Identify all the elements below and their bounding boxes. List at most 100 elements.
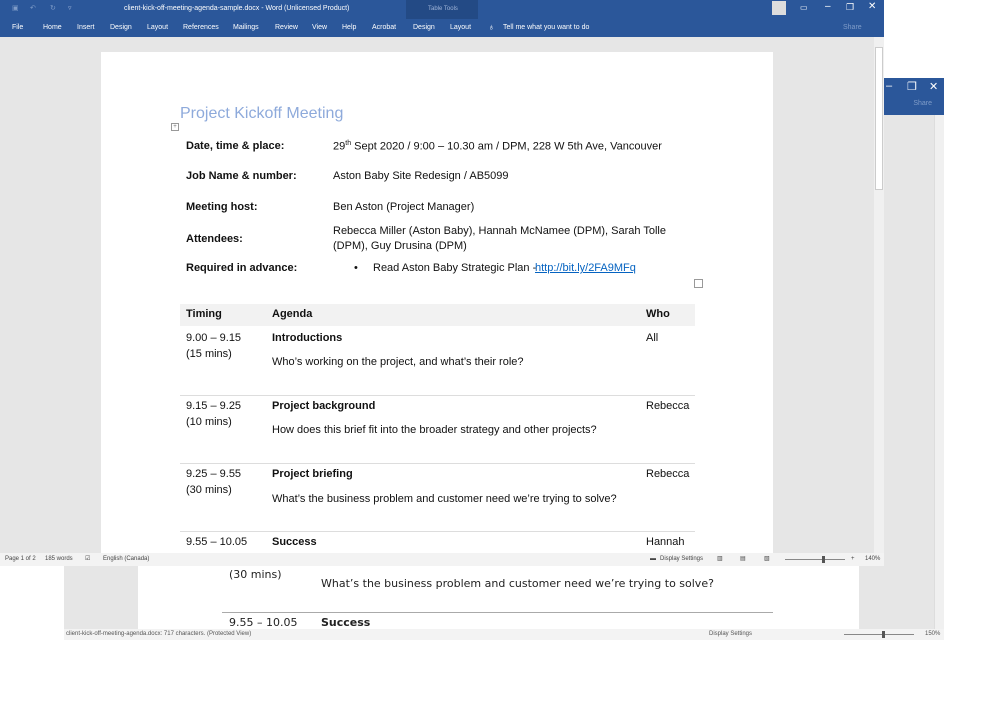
lightbulb-icon: ♁: [488, 22, 495, 32]
info-label: Required in advance:: [186, 262, 298, 274]
read-mode-icon[interactable]: ▥: [717, 553, 723, 566]
strategic-plan-link[interactable]: http://bit.ly/2FA9MFq: [535, 262, 636, 274]
zoom-slider-thumb[interactable]: [822, 556, 825, 563]
status-text: client-kick-off-meeting-agenda.docx: 717…: [66, 631, 252, 637]
tab-design[interactable]: Design: [110, 24, 132, 31]
tab-acrobat[interactable]: Acrobat: [372, 24, 396, 31]
redo-icon[interactable]: ↻: [50, 4, 56, 12]
avatar[interactable]: [772, 1, 786, 15]
row-timing: 9.25 – 9.55: [186, 468, 242, 480]
context-label: Table Tools: [428, 6, 458, 12]
table-resize-handle[interactable]: [694, 279, 703, 288]
tab-references[interactable]: References: [183, 24, 219, 31]
zoom-level[interactable]: 150%: [925, 629, 940, 640]
day: 29: [333, 140, 346, 153]
row-timing: 9.15 – 9.25: [186, 400, 242, 412]
minimize-icon[interactable]: –: [825, 1, 831, 12]
table-header-row: [180, 304, 695, 326]
restore-icon[interactable]: ❐: [907, 80, 917, 93]
minimize-icon[interactable]: –: [886, 80, 892, 92]
save-icon[interactable]: ▣: [12, 4, 19, 12]
tab-review[interactable]: Review: [275, 24, 298, 31]
proofing-icon[interactable]: ☑: [85, 553, 90, 566]
row-who: Hannah: [646, 536, 685, 548]
tab-insert[interactable]: Insert: [77, 24, 95, 31]
tab-table-layout[interactable]: Layout: [450, 24, 471, 31]
language[interactable]: English (Canada): [103, 553, 149, 566]
header-timing: Timing: [186, 308, 222, 320]
info-value-cont: (DPM), Guy Drusina (DPM): [333, 240, 467, 252]
status-bar: Page 1 of 2 185 words ☑ English (Canada)…: [0, 553, 884, 566]
row-divider: [180, 531, 695, 532]
agenda-desc: What’s the business problem and customer…: [321, 577, 714, 590]
row-who: Rebecca: [646, 468, 690, 480]
display-settings-button[interactable]: Display Settings: [660, 553, 703, 566]
row-duration: (10 mins): [186, 416, 232, 428]
zoom-in-icon[interactable]: +: [851, 553, 855, 566]
display-settings-button[interactable]: Display Settings: [709, 629, 752, 640]
ribbon-tabs: File Home Insert Design Layout Reference…: [0, 19, 884, 37]
row-who: Rebecca: [646, 400, 690, 412]
tab-mailings[interactable]: Mailings: [233, 24, 259, 31]
row-timing: 9.55 – 10.05: [186, 536, 248, 548]
zoom-slider[interactable]: [844, 634, 914, 635]
row-divider: [180, 463, 695, 464]
ribbon-display-icon[interactable]: ▭: [800, 3, 808, 12]
row-desc: How does this brief fit into the broader…: [272, 424, 597, 436]
info-label: Date, time & place:: [186, 140, 285, 152]
info-value: Rebecca Miller (Aston Baby), Hannah McNa…: [333, 225, 666, 237]
row-title: Project briefing: [272, 468, 353, 480]
tell-me-search[interactable]: Tell me what you want to do: [503, 24, 589, 31]
row-title: Project background: [272, 400, 376, 412]
row-divider: [180, 395, 695, 396]
zoom-level[interactable]: 140%: [865, 553, 880, 566]
header-agenda: Agenda: [272, 308, 313, 320]
tab-layout[interactable]: Layout: [147, 24, 168, 31]
timing: (30 mins): [229, 568, 282, 581]
share-button[interactable]: Share: [843, 24, 862, 31]
info-value: Ben Aston (Project Manager): [333, 201, 475, 213]
row-who: All: [646, 332, 659, 344]
row-desc: What’s the business problem and customer…: [272, 493, 617, 505]
row-timing: 9.00 – 9.15: [186, 332, 242, 344]
zoom-slider[interactable]: [785, 559, 845, 560]
row-title: Success: [272, 536, 317, 548]
vertical-scrollbar[interactable]: [874, 37, 884, 553]
print-layout-icon[interactable]: ▤: [740, 553, 746, 566]
tab-view[interactable]: View: [312, 24, 327, 31]
page-count[interactable]: Page 1 of 2: [5, 553, 36, 566]
row-title: Introductions: [272, 332, 343, 344]
word-window: ▣ ↶ ↻ ▿ client-kick-off-meeting-agenda-s…: [0, 0, 884, 566]
undo-icon[interactable]: ↶: [30, 4, 36, 12]
tab-table-design[interactable]: Design: [413, 24, 435, 31]
info-value: 29th Sept 2020 / 9:00 – 10.30 am / DPM, …: [333, 140, 662, 153]
table-move-handle-icon[interactable]: +: [171, 123, 179, 131]
vertical-scrollbar[interactable]: [934, 115, 944, 629]
date-rest: Sept 2020 / 9:00 – 10.30 am / DPM, 228 W…: [351, 140, 662, 153]
info-label: Job Name & number:: [186, 170, 297, 182]
bullet: •: [354, 262, 358, 274]
document-heading: Project Kickoff Meeting: [180, 105, 344, 122]
word-count[interactable]: 185 words: [45, 553, 73, 566]
info-label: Attendees:: [186, 233, 243, 245]
close-icon[interactable]: ✕: [929, 80, 938, 93]
row-duration: (15 mins): [186, 348, 232, 360]
zoom-slider-thumb[interactable]: [882, 631, 885, 638]
info-value: Read Aston Baby Strategic Plan -: [373, 262, 537, 274]
row-desc: Who’s working on the project, and what’s…: [272, 356, 524, 368]
tab-help[interactable]: Help: [342, 24, 356, 31]
share-button[interactable]: Share: [913, 100, 932, 107]
window-title: client-kick-off-meeting-agenda-sample.do…: [124, 5, 350, 12]
scrollbar-thumb[interactable]: [875, 47, 883, 190]
web-layout-icon[interactable]: ▧: [764, 553, 770, 566]
info-value: Aston Baby Site Redesign / AB5099: [333, 170, 509, 182]
row-duration: (30 mins): [186, 484, 232, 496]
display-settings-icon: ▬: [650, 556, 656, 562]
tab-file[interactable]: File: [12, 24, 23, 31]
timing: 9.55 – 10.05: [229, 616, 298, 629]
tab-home[interactable]: Home: [43, 24, 62, 31]
customize-qat-icon[interactable]: ▿: [68, 4, 72, 12]
restore-icon[interactable]: ❐: [846, 2, 854, 13]
close-icon[interactable]: ✕: [868, 1, 876, 12]
info-label: Meeting host:: [186, 201, 258, 213]
